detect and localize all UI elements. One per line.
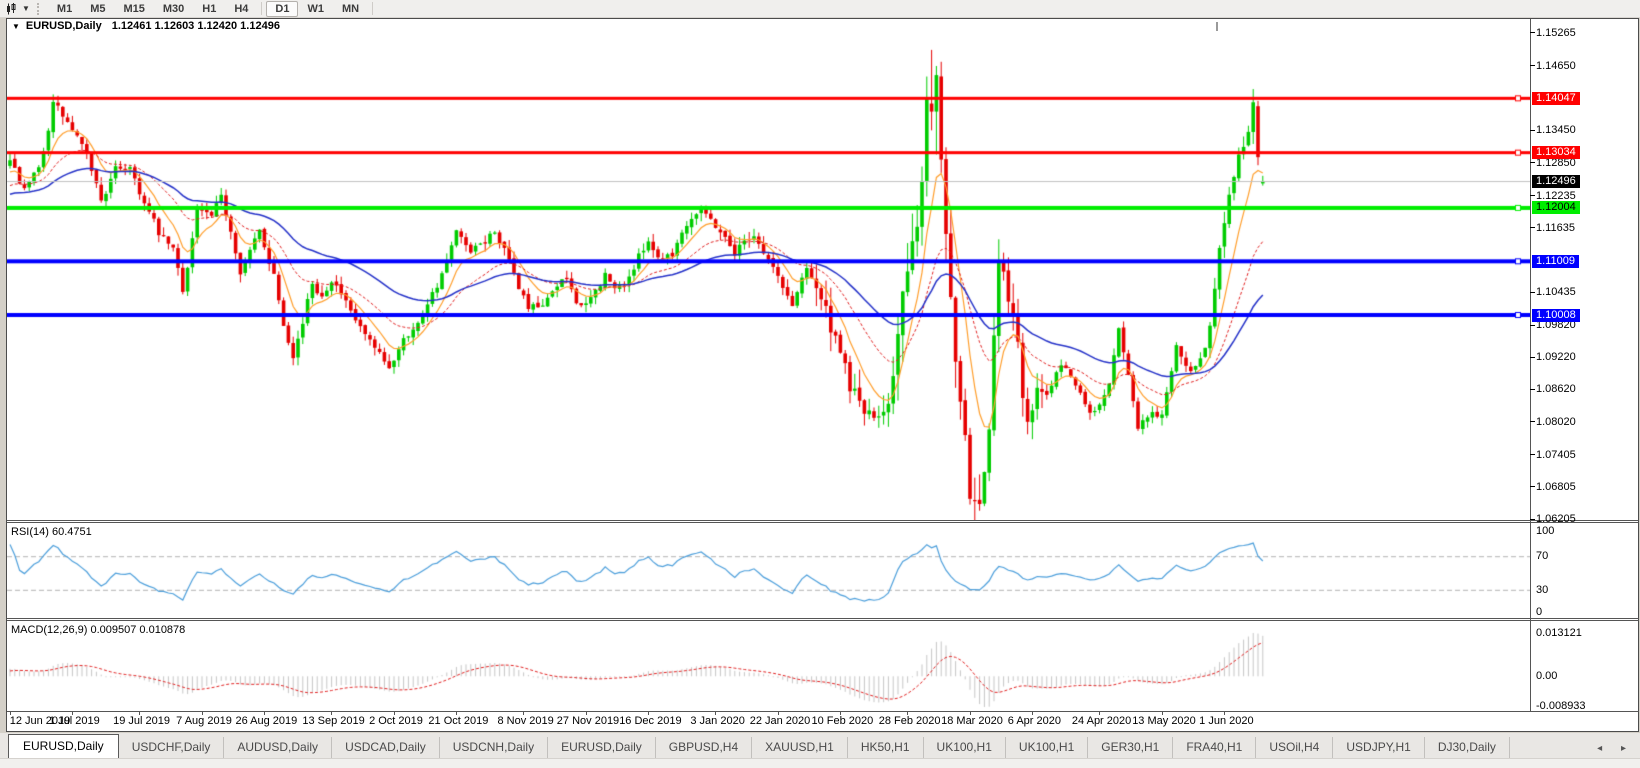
timeframe-button-m30[interactable]: M30 [154,1,193,17]
toolbar-separator [261,2,263,15]
timeframe-toolbar: ▼ M1 M5 M15 M30 H1 H4 D1 W1 MN [0,0,1640,18]
chart-tab-usoil-h4[interactable]: USOil,H4 [1256,737,1334,758]
price-tick-mark [1530,357,1535,358]
chart-tab-usdjpy-h1[interactable]: USDJPY,H1 [1333,737,1425,758]
rsi-axis-label: 30 [1536,583,1549,596]
price-tick-label: 1.06805 [1536,480,1576,493]
chart-tab-bar: EURUSD,Daily USDCHF,Daily AUDUSD,Daily USDC… [0,733,1640,758]
timeframe-button-h1[interactable]: H1 [193,1,225,17]
chart-tab-dj30-daily[interactable]: DJ30,Daily [1425,737,1510,758]
chart-tab-usdchf-daily[interactable]: USDCHF,Daily [119,737,225,758]
chart-tab-usdcad-daily[interactable]: USDCAD,Daily [332,737,440,758]
chevron-down-icon[interactable]: ▼ [22,4,30,13]
price-tick-mark [1530,195,1535,196]
price-tick-label: 1.11635 [1536,221,1575,234]
chart-tab-eurusd-daily[interactable]: EURUSD,Daily [548,737,656,758]
chart-tab-uk100-h1[interactable]: UK100,H1 [1006,737,1089,758]
panel-separator [7,711,1639,712]
tab-scroll-arrows[interactable]: ◂ ▸ [1597,743,1634,754]
macd-label: MACD(12,26,9) 0.009507 0.010878 [11,624,186,636]
price-level-badge[interactable]: 1.11009 [1532,254,1579,268]
price-tick-mark [1530,32,1535,33]
chart-tab-ger30-h1[interactable]: GER30,H1 [1088,737,1174,758]
macd-axis-label: 0.013121 [1536,627,1582,639]
price-tick-mark [1530,292,1535,293]
timeframe-button-m5[interactable]: M5 [81,1,114,17]
price-tick-mark [1530,486,1535,487]
price-tick-label: 1.15265 [1536,26,1576,39]
panel-separator[interactable] [7,520,1639,521]
date-axis-label: 10 Feb 2020 [811,715,874,727]
trading-terminal: ▼ M1 M5 M15 M30 H1 H4 D1 W1 MN ▼ EURUSD,Daily 1… [0,0,1640,768]
timeframe-button-d1[interactable]: D1 [266,0,299,17]
timeframe-group: D1 W1 MN [266,0,368,17]
toolbar-separator [372,2,374,15]
price-tick-mark [1530,130,1535,131]
rsi-panel-canvas[interactable] [7,523,1530,618]
chart-shift-marker[interactable] [1216,22,1218,31]
chart-type-icon[interactable] [2,1,22,16]
date-axis-label: 26 Aug 2019 [235,715,298,727]
chart-tab-eurusd-daily[interactable]: EURUSD,Daily [8,734,119,758]
chart-tab-fra40-h1[interactable]: FRA40,H1 [1173,737,1257,758]
chart-tab-gbpusd-h4[interactable]: GBPUSD,H4 [656,737,753,758]
rsi-axis-label: 0 [1536,606,1543,618]
price-level-badge[interactable]: 1.10008 [1532,308,1580,322]
price-tick-mark [1530,325,1535,326]
status-bar [0,758,1640,768]
timeframe-button-m15[interactable]: M15 [114,1,153,17]
chart-tab-usdcnh-daily[interactable]: USDCNH,Daily [440,737,549,758]
timeframe-button-h4[interactable]: H4 [225,1,257,17]
price-tick-label: 1.14650 [1536,59,1576,72]
rsi-axis-label: 100 [1536,525,1555,537]
price-tick-mark [1530,389,1535,390]
macd-axis-label: 0.00 [1536,670,1558,683]
price-tick-mark [1530,421,1535,422]
rsi-label: RSI(14) 60.4751 [11,526,92,538]
price-tick-label: 1.07405 [1536,448,1576,461]
timeframe-group: M1 M5 M15 M30 H1 H4 [48,1,258,17]
panel-separator[interactable] [7,618,1639,619]
price-tick-mark [1530,454,1535,455]
price-level-badge[interactable]: 1.14047 [1532,91,1580,105]
chart-tab-xauusd-h1[interactable]: XAUUSD,H1 [752,737,848,758]
price-tick-mark [1530,65,1535,66]
price-tick-mark [1530,227,1535,228]
price-tick-label: 1.08020 [1536,415,1576,428]
price-level-badge[interactable]: 1.12004 [1532,201,1580,215]
date-axis-label: 21 Oct 2019 [428,715,489,727]
price-tick-label: 1.12235 [1536,189,1576,202]
price-tick-mark [1530,162,1535,163]
rsi-axis-label: 70 [1536,550,1549,563]
price-tick-label: 1.13450 [1536,124,1576,137]
chart-tab-uk100-h1[interactable]: UK100,H1 [924,737,1006,758]
candlestick-icon [6,2,15,14]
date-axis-label: 6 Apr 2020 [1007,715,1061,727]
price-tick-label: 1.10435 [1536,286,1576,299]
toolbar-grip[interactable] [36,2,42,15]
chart-tab-audusd-daily[interactable]: AUDUSD,Daily [224,737,333,758]
price-tick-label: 1.06205 [1536,513,1576,526]
price-tick-label: 1.09220 [1536,351,1576,364]
price-level-badge[interactable]: 1.13034 [1532,146,1580,160]
price-axis-border [1530,19,1531,712]
price-tick-label: 1.08620 [1536,383,1576,396]
date-axis-label: 16 Dec 2019 [619,715,682,727]
macd-axis-label: -0.008933 [1536,699,1586,712]
chart-tab-hk50-h1[interactable]: HK50,H1 [848,737,924,758]
price-level-badge[interactable]: 1.12496 [1532,175,1580,189]
timeframe-button-m1[interactable]: M1 [48,1,81,17]
main-chart-canvas[interactable] [7,31,1530,520]
date-axis-label: 1 Jul 2019 [49,715,100,727]
price-tick-mark [1530,519,1535,520]
macd-panel-canvas[interactable] [7,621,1530,711]
collapse-caret-icon[interactable]: ▼ [12,22,20,31]
timeframe-button-w1[interactable]: W1 [298,1,333,17]
timeframe-button-mn[interactable]: MN [333,1,368,17]
date-axis-label: 1 Jun 2020 [1199,715,1254,727]
